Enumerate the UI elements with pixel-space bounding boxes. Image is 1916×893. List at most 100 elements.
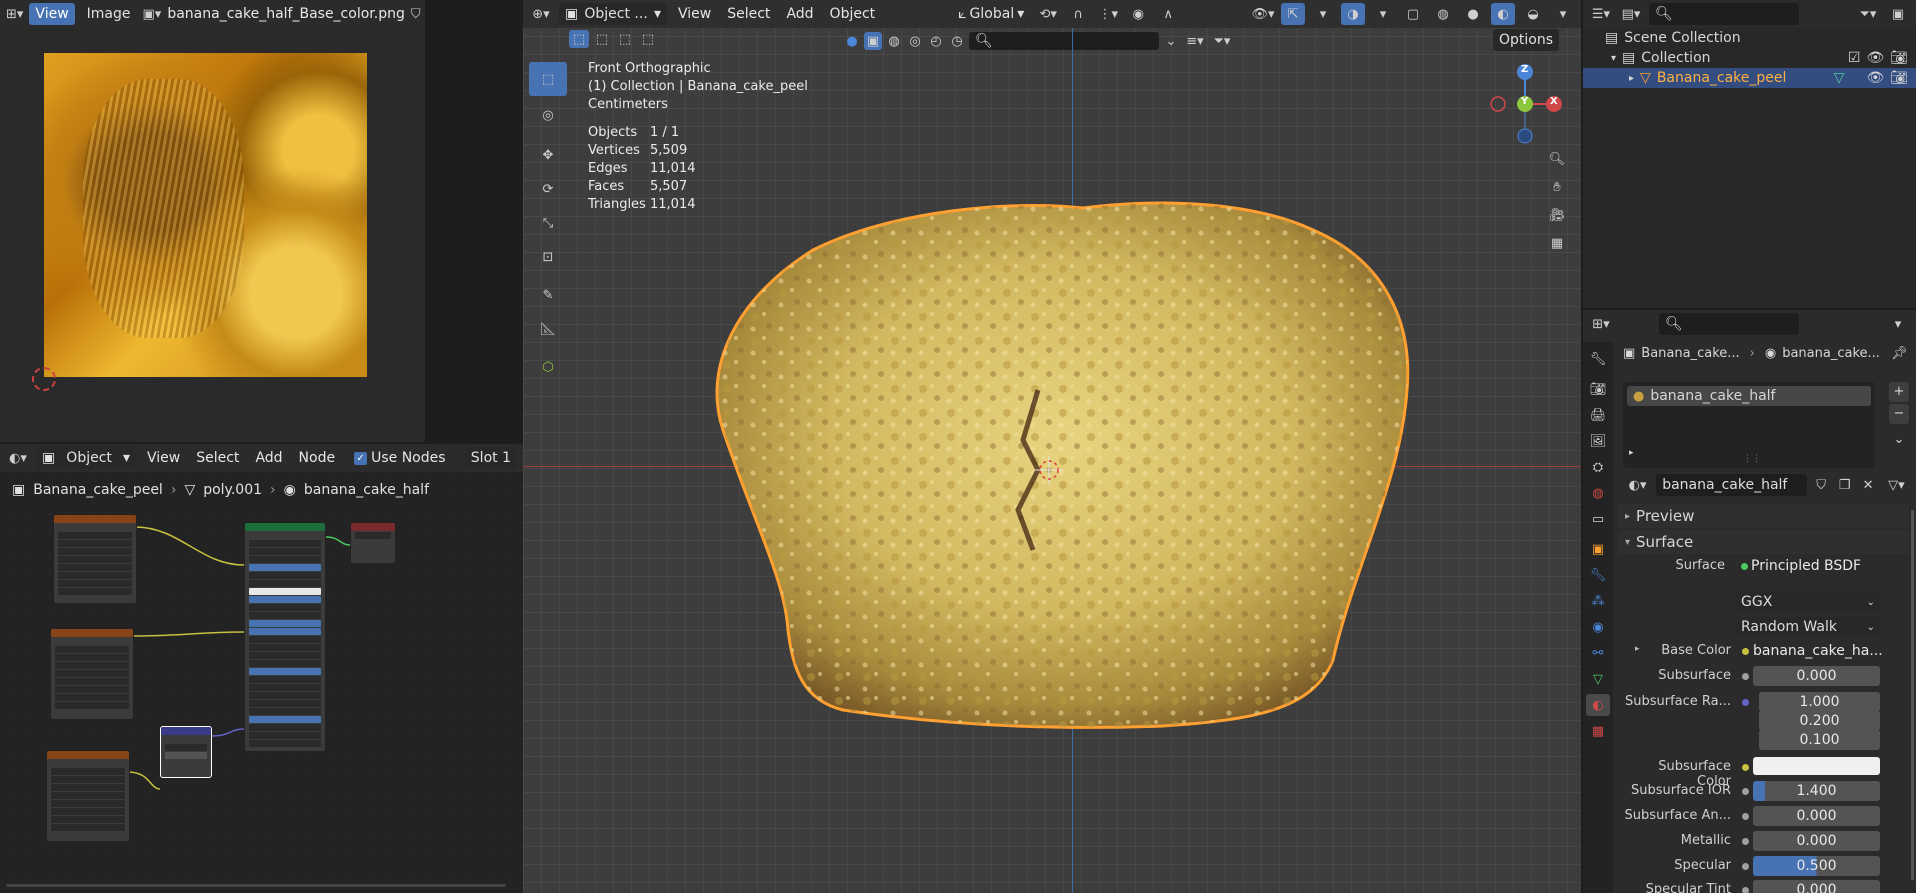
scene-icon[interactable]: ● <box>843 32 861 50</box>
2d-cursor-icon[interactable] <box>32 367 56 391</box>
select-tool-icon[interactable]: ⬚ <box>529 62 567 96</box>
image-texture-node-base-color[interactable] <box>53 514 137 604</box>
distribution-dropdown[interactable]: GGX ⌄ <box>1735 592 1881 612</box>
remove-slot-button[interactable]: − <box>1889 404 1909 424</box>
scene-tab-icon[interactable]: ⛭ <box>1586 456 1610 478</box>
fake-user-icon[interactable]: ⛉ <box>411 3 421 25</box>
properties-dropdown-icon[interactable]: ▾ <box>1886 313 1910 335</box>
image-browse-icon[interactable]: ▣▾ <box>143 3 162 25</box>
object-row[interactable]: ▸ ▽ Banana_cake_peel ▽ 👁︎ 📷︎ <box>1583 68 1916 88</box>
principled-bsdf-node[interactable] <box>244 522 326 752</box>
specular-tint-field[interactable]: 0.000 <box>1753 880 1880 893</box>
measure-tool-icon[interactable]: 📐︎ <box>529 312 567 346</box>
subsurface-radius-y-field[interactable]: 0.200 <box>1759 711 1880 731</box>
world-filter-icon[interactable]: ◎ <box>906 32 924 50</box>
camera-render-icon[interactable]: 📷︎ <box>1890 70 1908 86</box>
filter-sort-icon[interactable]: ≡▾ <box>1183 30 1207 52</box>
properties-search-input[interactable]: 🔍︎ <box>1659 313 1799 335</box>
scale-tool-icon[interactable]: ⤡ <box>529 206 567 240</box>
metallic-field[interactable]: 0.000 <box>1753 831 1880 851</box>
snap-target-icon[interactable]: ⋮▾ <box>1096 3 1120 25</box>
pin-icon[interactable]: 📌︎ <box>1891 346 1908 361</box>
eye-icon[interactable]: 👁︎ <box>1866 70 1884 86</box>
move-tool-icon[interactable]: ✥ <box>529 138 567 172</box>
expand-icon[interactable]: ▾ <box>1611 53 1616 64</box>
gizmo-icon[interactable]: ⇱ <box>1281 3 1305 25</box>
image-texture-node-roughness[interactable] <box>50 628 134 720</box>
select-box-icon[interactable]: ⬚ <box>569 30 589 48</box>
physics-tab-icon[interactable]: ◉ <box>1586 616 1610 638</box>
transform-orientation-dropdown[interactable]: ⟀ Global ▾ <box>952 3 1030 25</box>
render-tab-icon[interactable]: 📷︎ <box>1586 378 1610 400</box>
outliner-search-input[interactable]: 🔍︎ <box>1649 3 1799 25</box>
constraints-tab-icon[interactable]: ⚯ <box>1586 642 1610 664</box>
wireframe-shading-icon[interactable]: ◍ <box>1431 3 1455 25</box>
data-tab-icon[interactable]: ▽ <box>1586 668 1610 690</box>
world-tab-icon[interactable]: ◍ <box>1586 482 1610 504</box>
eye-icon[interactable]: 👁︎ <box>1866 50 1884 66</box>
viewport-object-menu[interactable]: Object <box>825 6 881 22</box>
subsurface-ior-field[interactable]: 1.400 <box>1753 781 1880 801</box>
material-output-node[interactable] <box>350 522 396 564</box>
editor-type-icon[interactable]: ⊞▾ <box>6 3 23 25</box>
browse-material-icon[interactable]: ◐▾ <box>1623 474 1652 496</box>
viewport-add-menu[interactable]: Add <box>781 6 818 22</box>
rendered-shading-icon[interactable]: ◒ <box>1521 3 1545 25</box>
subsurface-anisotropy-field[interactable]: 0.000 <box>1753 806 1880 826</box>
snap-icon[interactable]: ∩ <box>1066 3 1090 25</box>
normal-map-node[interactable] <box>160 726 212 778</box>
properties-scrollbar[interactable] <box>1911 510 1914 880</box>
select-intersect-icon[interactable]: ⬚ <box>638 30 658 48</box>
render-filter-icon[interactable]: ◴ <box>927 32 945 50</box>
view-layer-tab-icon[interactable]: 🖼︎ <box>1586 430 1610 452</box>
camera-render-icon[interactable]: 📷︎ <box>1890 50 1908 66</box>
select-extend-icon[interactable]: ⬚ <box>592 30 612 48</box>
material-name-field[interactable]: banana_cake_half <box>1656 474 1808 496</box>
base-color-texture-field[interactable]: banana_cake_ha... <box>1753 641 1883 661</box>
duplicate-material-icon[interactable]: ❐ <box>1835 474 1854 496</box>
proportional-edit-icon[interactable]: ◉ <box>1126 3 1150 25</box>
expand-icon[interactable]: ▸ <box>1629 448 1634 458</box>
select-subtract-icon[interactable]: ⬚ <box>615 30 635 48</box>
fake-user-icon[interactable]: ⛉ <box>1811 474 1830 496</box>
subsurface-field[interactable]: 0.000 <box>1753 666 1880 686</box>
material-slot-list[interactable]: ● banana_cake_half ▸ ⋮⋮ <box>1623 382 1875 468</box>
add-cube-tool-icon[interactable]: ⬡ <box>529 350 567 384</box>
xray-icon[interactable]: ▢ <box>1401 3 1425 25</box>
overlay-dropdown-icon[interactable]: ▾ <box>1371 3 1395 25</box>
falloff-icon[interactable]: ∧ <box>1156 3 1180 25</box>
surface-shader-field[interactable]: Principled BSDF <box>1751 555 1881 577</box>
editor-type-icon[interactable]: ⊕▾ <box>529 3 553 25</box>
link-dropdown-icon[interactable]: ▽▾ <box>1882 474 1911 496</box>
specular-field[interactable]: 0.500 <box>1753 856 1880 876</box>
slot-menu-button[interactable]: ⌄ <box>1889 430 1909 450</box>
solid-shading-icon[interactable]: ● <box>1461 3 1485 25</box>
collection-tab-icon[interactable]: ▭ <box>1586 508 1610 530</box>
surface-section-header[interactable]: ▾ Surface <box>1619 530 1909 554</box>
expand-icon[interactable]: ▸ <box>1629 73 1634 84</box>
particles-tab-icon[interactable]: ⁂ <box>1586 590 1610 612</box>
pivot-icon[interactable]: ⟲▾ <box>1036 3 1060 25</box>
resize-handle-icon[interactable]: ⋮⋮ <box>1743 454 1761 464</box>
material-shading-icon[interactable]: ◐ <box>1491 3 1515 25</box>
node-editor-scrollbar[interactable] <box>6 884 506 887</box>
editor-type-icon[interactable]: ⊞▾ <box>1589 313 1613 335</box>
material-slot-item[interactable]: ● banana_cake_half <box>1627 386 1871 406</box>
image-texture-node-normal[interactable] <box>46 750 130 842</box>
rotate-tool-icon[interactable]: ⟳ <box>529 172 567 206</box>
exclude-checkbox-icon[interactable]: ☑ <box>1848 50 1861 66</box>
banana-cake-mesh[interactable] <box>693 190 1473 740</box>
modifier-tab-icon[interactable]: 🔧︎ <box>1586 564 1610 586</box>
mode-dropdown[interactable]: ▣ Object ... ▾ <box>559 3 667 25</box>
gizmo-dropdown-icon[interactable]: ▾ <box>1311 3 1335 25</box>
subsurface-radius-z-field[interactable]: 0.100 <box>1759 730 1880 750</box>
object-filter-icon[interactable]: ▣ <box>864 32 882 50</box>
image-name-field[interactable]: banana_cake_half_Base_color.png <box>167 6 405 22</box>
viewport-search-input[interactable]: 🔍︎ <box>969 32 1159 50</box>
cursor-tool-icon[interactable]: ◎ <box>529 98 567 132</box>
editor-type-icon[interactable]: ☰▾ <box>1589 3 1613 25</box>
scene-collection-row[interactable]: ▤ Scene Collection <box>1583 28 1916 48</box>
add-slot-button[interactable]: + <box>1889 382 1909 402</box>
object-tab-icon[interactable]: ▣ <box>1586 538 1610 560</box>
pan-hand-icon[interactable]: ✋︎ <box>1545 176 1569 198</box>
